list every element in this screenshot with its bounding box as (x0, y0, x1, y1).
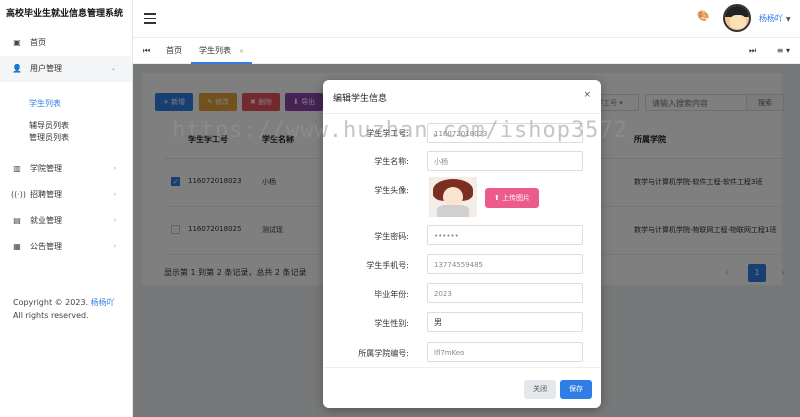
tab-tools: ⏭ ≡ ▾ (749, 46, 790, 56)
copyright-prefix: Copyright © 2023. (13, 298, 89, 307)
sidebar-item-college-management[interactable]: ▥ 学院管理 › (0, 156, 132, 182)
phone-field[interactable]: 13774559485 (427, 254, 583, 274)
edit-student-modal: 编辑学生信息 × 学生学工号: 116072018023 学生名称: 小杨 学生… (323, 80, 601, 408)
divider (323, 367, 601, 368)
gender-label: 学生性别: (374, 319, 409, 328)
message-icon: ▦ (13, 242, 21, 251)
sidebar-subitem-admin-list[interactable]: 管理员列表 (0, 132, 132, 146)
student-name-field[interactable]: 小杨 (427, 151, 583, 171)
sidebar-subitem-student-list[interactable]: 学生列表 (0, 96, 132, 112)
sidebar-subitem-counselor-list[interactable]: 辅导员列表 (0, 120, 132, 132)
tab-scroll-left-icon[interactable]: ⏮ (143, 46, 150, 56)
sidebar-item-label: 学院管理 (30, 164, 62, 173)
sidebar: 高校毕业生就业信息管理系统 ▣ 首页 👤 用户管理 ⌄ 学生列表 辅导员列表 管… (0, 0, 133, 417)
avatar-label: 学生头像: (374, 186, 409, 195)
dashboard-icon: ▣ (13, 38, 21, 47)
grad-year-field[interactable]: 2023 (427, 283, 583, 303)
sidebar-item-user-management[interactable]: 👤 用户管理 ⌄ (0, 56, 132, 82)
tab-student-list[interactable]: 学生列表 × (191, 38, 253, 64)
password-label: 学生密码: (374, 232, 409, 241)
sidebar-item-label: 公告管理 (30, 242, 62, 251)
menu-toggle-icon[interactable] (144, 13, 156, 24)
copyright: Copyright © 2023. 杨杨吖 All rights reserve… (13, 296, 125, 322)
tab-label: 学生列表 (199, 46, 231, 55)
sidebar-item-label: 招聘管理 (30, 190, 62, 199)
user-icon: 👤 (12, 64, 22, 73)
chevron-right-icon: › (113, 191, 116, 198)
divider (323, 113, 601, 114)
building-icon: ▥ (13, 164, 21, 173)
user-menu[interactable]: 杨杨吖 ▼ (759, 13, 791, 24)
college-code-field[interactable]: lfl7mKeo (427, 342, 583, 362)
copyright-author-link[interactable]: 杨杨吖 (91, 298, 115, 307)
close-icon[interactable]: × (583, 90, 591, 100)
password-field[interactable]: •••••• (427, 225, 583, 245)
close-button[interactable]: 关闭 (524, 380, 556, 399)
tab-bar: ⏮ 首页 学生列表 × ⏭ ≡ ▾ (133, 38, 800, 64)
chevron-right-icon: › (113, 165, 116, 172)
sidebar-item-label: 首页 (30, 38, 46, 47)
card-icon: ▤ (13, 216, 21, 225)
sidebar-item-home[interactable]: ▣ 首页 (0, 30, 132, 56)
caret-down-icon: ▼ (786, 16, 791, 23)
phone-label: 学生手机号: (366, 261, 409, 270)
close-icon[interactable]: × (239, 48, 244, 55)
palette-icon[interactable]: 🎨 (697, 11, 709, 22)
college-code-label: 所属学院编号: (358, 349, 409, 358)
grad-year-label: 毕业年份: (374, 290, 409, 299)
student-no-field[interactable]: 116072018023 (427, 123, 583, 143)
username: 杨杨吖 (759, 14, 783, 23)
tab-label: 首页 (166, 46, 182, 55)
student-no-label: 学生学工号: (366, 129, 409, 138)
app-title: 高校毕业生就业信息管理系统 (6, 9, 124, 19)
sidebar-item-employment-management[interactable]: ▤ 就业管理 › (0, 208, 132, 234)
gender-select[interactable]: 男 (427, 312, 583, 332)
broadcast-icon: ((·)) (11, 190, 27, 199)
student-avatar-image (429, 177, 477, 217)
tab-home[interactable]: 首页 (158, 38, 190, 64)
chevron-right-icon: › (113, 243, 116, 250)
chevron-down-icon: ⌄ (110, 65, 116, 72)
modal-title: 编辑学生信息 (333, 94, 388, 104)
avatar[interactable] (723, 4, 751, 32)
sidebar-item-recruitment-management[interactable]: ((·)) 招聘管理 › (0, 182, 132, 208)
sidebar-item-announcement-management[interactable]: ▦ 公告管理 › (0, 234, 132, 260)
sidebar-item-label: 就业管理 (30, 216, 62, 225)
top-bar: 🎨 杨杨吖 ▼ (133, 0, 800, 38)
chevron-right-icon: › (113, 217, 116, 224)
student-name-label: 学生名称: (374, 157, 409, 166)
save-button[interactable]: 保存 (560, 380, 592, 399)
copyright-suffix: All rights reserved. (13, 311, 89, 320)
upload-image-button[interactable]: ⬆ 上传图片 (485, 188, 539, 208)
tab-scroll-right-icon[interactable]: ⏭ (749, 46, 756, 55)
sidebar-item-label: 用户管理 (30, 64, 62, 73)
tab-options-icon[interactable]: ≡ ▾ (777, 46, 790, 55)
